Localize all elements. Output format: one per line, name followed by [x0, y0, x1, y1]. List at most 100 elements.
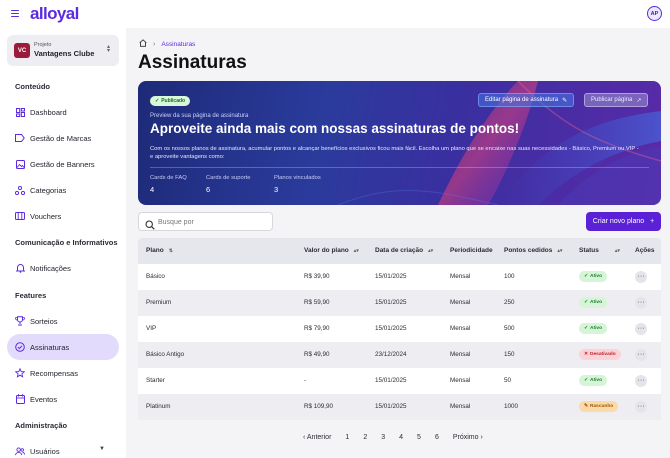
sidebar-item-users[interactable]: Usuários ▼	[7, 438, 119, 458]
column-header-status[interactable]: Status ▴▾	[579, 247, 620, 254]
page-number[interactable]: 3	[381, 434, 385, 441]
row-actions-button[interactable]: ···	[635, 401, 647, 413]
sidebar-item-label: Assinaturas	[30, 342, 70, 352]
pagination-next[interactable]: Próximo ›	[453, 434, 483, 441]
sidebar-item-label: Categorias	[30, 185, 67, 195]
row-actions-button[interactable]: ···	[635, 271, 647, 283]
cell-value: R$ 39,90	[304, 273, 330, 280]
column-header-points[interactable]: Pontos cedidos ▴▾	[504, 247, 562, 254]
cell-points: 250	[504, 299, 515, 306]
users-icon	[15, 446, 25, 456]
section-title-comms: Comunicação e Informativos	[15, 238, 118, 247]
pagination-prev-label: Anterior	[306, 434, 332, 441]
page-number[interactable]: 1	[345, 434, 349, 441]
pagination: ‹ Anterior 1 2 3 4 5 6 Próximo ›	[303, 434, 483, 441]
pagination-prev[interactable]: ‹ Anterior	[303, 434, 331, 441]
row-actions-button[interactable]: ···	[635, 375, 647, 387]
calendar-icon	[15, 394, 25, 404]
column-label: Periodicidade	[450, 247, 493, 254]
row-actions-button[interactable]: ···	[635, 297, 647, 309]
sort-icon: ▴▾	[353, 248, 359, 254]
sidebar-item-rewards[interactable]: Recompensas	[7, 360, 119, 386]
create-plan-button[interactable]: Criar novo plano +	[586, 212, 661, 231]
app-logo[interactable]: alloyal	[30, 4, 79, 24]
breadcrumb-current[interactable]: Assinaturas	[161, 41, 195, 48]
sidebar-item-sweepstakes[interactable]: Sorteios	[7, 308, 119, 334]
publish-page-button[interactable]: Publicar página ↗	[584, 93, 649, 107]
cell-created: 23/12/2024	[375, 351, 407, 358]
cell-period: Mensal	[450, 273, 471, 280]
table-row[interactable]: Básico Antigo R$ 49,90 23/12/2024 Mensal 150…	[138, 342, 661, 368]
sidebar-item-subscriptions[interactable]: Assinaturas	[7, 334, 119, 360]
cell-points: 500	[504, 325, 515, 332]
cell-points: 1000	[504, 403, 519, 410]
plans-table: Plano ⇅ Valor do plano ▴▾ Data de criação ▴…	[138, 238, 661, 420]
sidebar-item-label: Dashboard	[30, 107, 67, 117]
pencil-icon: ✎	[562, 97, 568, 104]
sidebar-item-brands[interactable]: Gestão de Marcas	[7, 125, 119, 151]
table-row[interactable]: Starter - 15/01/2025 Mensal 50 ✓ Ativo ···	[138, 368, 661, 394]
column-label: Valor do plano	[304, 247, 349, 254]
check-icon: ✓	[584, 378, 589, 383]
home-icon[interactable]	[139, 39, 147, 49]
sidebar-item-events[interactable]: Eventos	[7, 386, 119, 412]
check-icon: ✓	[155, 98, 160, 104]
external-link-icon: ↗	[636, 97, 642, 104]
page-number[interactable]: 5	[417, 434, 421, 441]
sidebar-item-label: Notificações	[30, 263, 71, 273]
stat-value: 6	[206, 185, 211, 194]
status-badge: ✓ Ativo	[579, 271, 608, 282]
cell-created: 15/01/2025	[375, 377, 407, 384]
column-label: Plano	[146, 247, 164, 254]
cell-plan: Básico Antigo	[146, 351, 185, 358]
page-number[interactable]: 4	[399, 434, 403, 441]
status-badge: ✓ Ativo	[579, 297, 608, 308]
menu-icon[interactable]	[11, 10, 19, 17]
edit-subscription-page-button[interactable]: Editar página de assinatura ✎	[478, 93, 575, 107]
column-header-created[interactable]: Data de criação ▴▾	[375, 247, 433, 254]
cell-value: R$ 79,90	[304, 325, 330, 332]
status-label: Ativo	[590, 378, 603, 383]
status-badge: ✓ Ativo	[579, 375, 608, 386]
table-row[interactable]: Básico R$ 39,90 15/01/2025 Mensal 100 ✓ Ativo ·…	[138, 264, 661, 290]
row-actions-button[interactable]: ···	[635, 323, 647, 335]
sidebar-item-label: Gestão de Marcas	[30, 133, 92, 143]
sidebar-item-vouchers[interactable]: Vouchers	[7, 203, 119, 229]
tag-icon	[15, 133, 25, 143]
check-icon: ✓	[584, 274, 589, 279]
page-number[interactable]: 6	[435, 434, 439, 441]
image-icon	[15, 159, 25, 169]
user-avatar[interactable]: AP	[647, 6, 662, 21]
sidebar-item-notifications[interactable]: Notificações	[7, 255, 119, 281]
cell-period: Mensal	[450, 351, 471, 358]
cell-period: Mensal	[450, 377, 471, 384]
cell-plan: Platinum	[146, 403, 171, 410]
search-icon	[145, 217, 155, 230]
stat-label: Planos vinculados	[274, 175, 321, 181]
status-badge: ✎ Rascunho	[579, 401, 619, 412]
table-row[interactable]: Platinum R$ 109,90 15/01/2025 Mensal 1000 ✎ Ra…	[138, 394, 661, 420]
column-header-plan[interactable]: Plano ⇅	[146, 247, 173, 254]
table-row[interactable]: Premium R$ 59,90 15/01/2025 Mensal 250 ✓ Ativo…	[138, 290, 661, 316]
plus-icon: +	[650, 218, 655, 225]
banner-title: Aproveite ainda mais com nossas assinatu…	[150, 121, 520, 136]
table-row[interactable]: VIP R$ 79,90 15/01/2025 Mensal 500 ✓ Ativo ···	[138, 316, 661, 342]
main-content: › Assinaturas Assinaturas ✓ Publicado Ed…	[126, 28, 670, 458]
sidebar-item-label: Recompensas	[30, 368, 78, 378]
cell-created: 15/01/2025	[375, 403, 407, 410]
column-header-value[interactable]: Valor do plano ▴▾	[304, 247, 359, 254]
sidebar-item-dashboard[interactable]: Dashboard	[7, 99, 119, 125]
sidebar-item-banners[interactable]: Gestão de Banners	[7, 151, 119, 177]
categories-icon	[15, 185, 25, 195]
page-number[interactable]: 2	[363, 434, 367, 441]
check-icon: ✓	[584, 326, 589, 331]
column-label: Pontos cedidos	[504, 247, 553, 254]
search-input[interactable]	[158, 216, 268, 228]
project-selector[interactable]: VC Projeto Vantagens Clube ▴ ▾	[7, 35, 119, 66]
sidebar-item-categories[interactable]: Categorias	[7, 177, 119, 203]
row-actions-button[interactable]: ···	[635, 349, 647, 361]
cell-plan: Premium	[146, 299, 172, 306]
cell-created: 15/01/2025	[375, 299, 407, 306]
banner-divider	[150, 167, 649, 168]
search-box	[138, 212, 273, 231]
